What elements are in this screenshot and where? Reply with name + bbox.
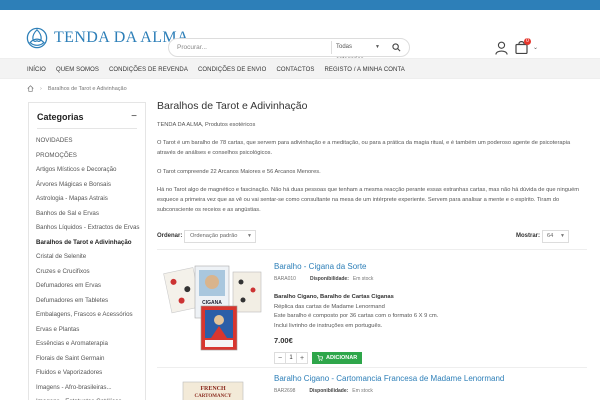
breadcrumb-current: Baralhos de Tarot e Adivinhação [47, 85, 127, 92]
sidebar-item-category[interactable]: Banhos de Sal e Ervas [36, 209, 144, 224]
sidebar-title: Categorias [37, 112, 84, 122]
availability-label: Disponibilidade: [309, 276, 349, 282]
sidebar-item-category[interactable]: Astrologia - Mapas Astrais [36, 194, 144, 209]
main-content: Baralhos de Tarot e Adivinhação TENDA DA… [157, 100, 587, 400]
description-paragraph: TENDA DA ALMA, Produtos esotéricos [157, 122, 256, 128]
page-title: Baralhos de Tarot e Adivinhação [157, 100, 308, 112]
product-description-line: Este baralho é composto por 36 cartas co… [274, 313, 439, 319]
product-info: Baralho Cigano - Cartomancia Francesa de… [274, 374, 574, 394]
sidebar-item-category[interactable]: Essências e Aromaterapia [36, 339, 144, 354]
qty-input[interactable]: 1 [285, 353, 297, 363]
product-title-link[interactable]: Baralho Cigano - Cartomancia Francesa de… [274, 374, 574, 383]
chevron-down-icon: ▼ [560, 233, 565, 239]
product-card: FRENCH CARTOMANCY Baralho Cigano - Carto… [157, 367, 587, 400]
sidebar-item-category[interactable]: PROMOÇÕES [36, 151, 144, 166]
breadcrumb-separator-icon: › [40, 85, 42, 92]
breadcrumb: › Baralhos de Tarot e Adivinhação [27, 85, 127, 92]
main-nav: Início Quem Somos Condições de Revenda C… [0, 58, 600, 79]
sort-label: Ordenar: [157, 233, 183, 239]
category-sidebar: Categorias − NOVIDADES PROMOÇÕES Artigos M… [28, 102, 146, 400]
per-page-select[interactable]: 64 ▼ [542, 230, 569, 243]
per-page-value: 64 [547, 233, 554, 239]
nav-item-condicoes-envio[interactable]: Condições de Envio [198, 67, 266, 73]
product-sku: BAR2698 [274, 388, 296, 394]
nav-item-registo[interactable]: Registo / A Minha Conta [324, 67, 404, 73]
triquetra-logo-icon [26, 27, 48, 49]
sidebar-item-category[interactable]: Defumadores em Ervas [36, 281, 144, 296]
home-icon[interactable] [27, 85, 34, 92]
cart-icon [317, 355, 323, 361]
product-image[interactable]: CIGANA DA SORTE [161, 260, 265, 356]
search-input[interactable] [177, 39, 327, 56]
sidebar-item-category[interactable]: Embalagens, Frascos e Acessórios [36, 310, 144, 325]
chevron-down-icon: ▼ [247, 233, 252, 239]
product-description-line: Réplica das cartas de Madame Lenormand [274, 303, 385, 310]
cart-count-badge: 0 [524, 38, 531, 45]
product-meta: BAR2698 Disponibilidade: Em stock [274, 388, 574, 394]
product-description-line: Inclui livrinho de instruções em portugu… [274, 322, 383, 329]
nav-item-inicio[interactable]: Início [27, 67, 46, 73]
sort-select-value: Ordenação padrão [190, 233, 238, 239]
description-paragraph: O Tarot é um baralho de 78 cartas, que s… [157, 140, 571, 156]
user-account-icon[interactable] [495, 41, 508, 55]
qty-increase-button[interactable]: + [297, 355, 307, 362]
search-bar: Todas categorias ▼ [168, 38, 410, 63]
sidebar-item-category[interactable]: NOVIDADES [36, 136, 144, 151]
add-to-cart-button[interactable]: Adicionar [312, 352, 363, 364]
sidebar-item-category[interactable]: Cruzes e Crucifixos [36, 267, 144, 282]
nav-item-contactos[interactable]: Contactos [276, 67, 314, 73]
category-select[interactable]: Todas categorias ▼ [331, 41, 381, 63]
divider [37, 128, 137, 129]
description-paragraph: O Tarot compreende 22 Arcanos Maiores e … [157, 169, 321, 175]
sidebar-item-category[interactable]: Artigos Místicos e Decoração [36, 165, 144, 180]
sidebar-item-category[interactable]: Defumadores em Tabletes [36, 296, 144, 311]
search-icon [391, 43, 400, 52]
product-title-link[interactable]: Baralho - Cigana da Sorte [274, 262, 574, 271]
image-caption: FRENCH [200, 386, 226, 392]
availability-label: Disponibilidade: [309, 388, 349, 394]
site-logo[interactable]: TENDA DA ALMA [26, 27, 189, 49]
sidebar-item-category[interactable]: Florais de Saint Germain [36, 354, 144, 369]
availability-value: Em stock [352, 388, 373, 394]
image-caption: CARTOMANCY [195, 394, 232, 399]
cart-button[interactable]: 0 ⌄ [515, 38, 539, 56]
sidebar-item-category[interactable]: Imagens - Afro-brasileiras... [36, 383, 144, 398]
sidebar-item-category[interactable]: Baralhos de Tarot e Adivinhação [36, 238, 144, 253]
sidebar-item-category[interactable]: Árvores Mágicas e Bonsais [36, 180, 144, 195]
add-to-cart-label: Adicionar [326, 355, 358, 361]
chevron-down-icon: ⌄ [533, 45, 539, 51]
quantity-stepper: − 1 + [274, 352, 308, 364]
sidebar-item-category[interactable]: Fluidos e Vaporizadores [36, 368, 144, 383]
sort-select[interactable]: Ordenação padrão ▼ [184, 230, 256, 243]
top-bar [0, 0, 600, 10]
sidebar-item-category[interactable]: Banhos Líquidos - Extractos de Ervas [36, 223, 144, 238]
add-to-cart-row: − 1 + Adicionar [274, 352, 574, 364]
qty-decrease-button[interactable]: − [275, 355, 285, 362]
show-label: Mostrar: [516, 233, 541, 239]
nav-item-condicoes-revenda[interactable]: Condições de Revenda [109, 67, 188, 73]
collapse-toggle-icon[interactable]: − [131, 111, 137, 122]
availability-value: Em stock [352, 276, 374, 282]
product-price: 7.00€ [274, 336, 293, 345]
site-header: TENDA DA ALMA Todas categorias ▼ 0 ⌄ [0, 10, 600, 63]
description-paragraph: Há no Tarot algo de magnético e fascinaç… [157, 187, 579, 213]
image-caption: CIGANA [202, 300, 222, 306]
category-list: NOVIDADES PROMOÇÕES Artigos Místicos e Dec… [36, 136, 144, 400]
sidebar-item-category[interactable]: Cristal de Selenite [36, 252, 144, 267]
sidebar-item-category[interactable]: Ervas e Plantas [36, 325, 144, 340]
product-sku: BARA010 [274, 276, 296, 282]
chevron-down-icon: ▼ [375, 44, 380, 50]
product-card: CIGANA DA SORTE Baralho - Cigana da Sort… [157, 249, 587, 367]
product-description-line: Baralho Cigano, Baralho de Cartas Cigana… [274, 294, 394, 300]
search-button[interactable] [389, 41, 403, 54]
toolbar: Ordenar: Ordenação padrão ▼ Mostrar: 64 … [157, 230, 587, 244]
product-info: Baralho - Cigana da Sorte BARA010 Dispon… [274, 262, 574, 364]
product-image[interactable]: FRENCH CARTOMANCY [161, 378, 265, 400]
nav-item-quem-somos[interactable]: Quem Somos [56, 67, 99, 73]
